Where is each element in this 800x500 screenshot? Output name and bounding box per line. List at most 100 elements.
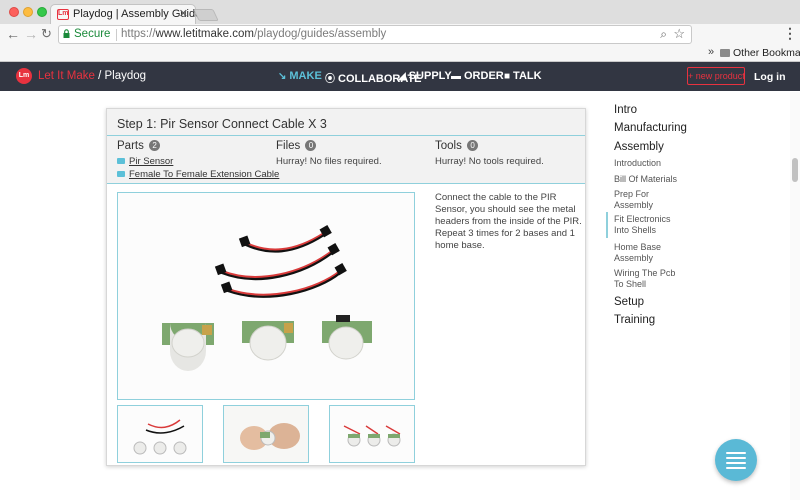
thumbnail-image	[330, 406, 414, 462]
url-host: www.letitmake.com	[155, 28, 254, 40]
url-text[interactable]: https://www.letitmake.com/playdog/guides…	[121, 28, 386, 40]
new-tab-button[interactable]	[193, 9, 219, 21]
step-description: Connect the cable to the PIR Sensor, you…	[435, 192, 583, 252]
files-column: Files 0 Hurray! No files required.	[276, 140, 382, 167]
description-paragraph: Connect the cable to the PIR Sensor, you…	[435, 192, 582, 227]
tools-count-badge: 0	[467, 140, 479, 151]
part-name: Pir Sensor	[129, 156, 174, 167]
url-path: /playdog/guides/assembly	[253, 28, 387, 40]
project-name: Playdog	[104, 70, 147, 82]
truck-icon: ▬	[451, 71, 461, 82]
forward-arrow-icon[interactable]: →	[24, 25, 38, 43]
nav-supply-label: SUPPLY	[408, 70, 452, 82]
close-tab-icon[interactable]: ✕	[179, 7, 188, 20]
browser-toolbar: ← → ↻ Secure https://www.letitmake.com/p…	[0, 24, 800, 45]
step-thumbnail[interactable]	[329, 405, 415, 463]
step-title: Step 1: Pir Sensor Connect Cable X 3	[117, 117, 327, 131]
reload-icon[interactable]: ↻	[41, 25, 52, 43]
step-thumbnail[interactable]	[117, 405, 203, 463]
browser-tab-bar: Lm Playdog | Assembly Guide ✕	[0, 0, 800, 24]
sidebar-item-setup[interactable]: Setup	[614, 296, 644, 308]
other-bookmarks-link[interactable]: Other Bookmarks	[733, 47, 800, 59]
nav-talk[interactable]: ■ TALK	[504, 70, 542, 82]
sidebar-item-introduction[interactable]: Introduction	[614, 158, 684, 169]
step-thumbnail[interactable]	[223, 405, 309, 463]
nav-order[interactable]: ▬ ORDER	[451, 70, 504, 82]
tools-heading: Tools 0	[435, 140, 544, 152]
sidebar-item-assembly[interactable]: Assembly	[614, 141, 664, 153]
browser-tab[interactable]: Lm Playdog | Assembly Guide ✕	[50, 4, 201, 24]
nav-order-label: ORDER	[464, 70, 504, 82]
back-arrow-icon[interactable]: ←	[6, 25, 20, 43]
site-logo-icon[interactable]: Lm	[16, 68, 32, 84]
step-main-image[interactable]	[117, 192, 415, 400]
address-separator	[116, 29, 117, 41]
files-heading: Files 0	[276, 140, 382, 152]
folder-icon	[720, 49, 730, 57]
tools-column: Tools 0 Hurray! No tools required.	[435, 140, 544, 167]
parts-heading: Parts 2	[117, 140, 279, 152]
nav-make[interactable]: ↘ MAKE	[278, 70, 322, 82]
step-header: Step 1: Pir Sensor Connect Cable X 3	[107, 109, 585, 136]
address-bar[interactable]: Secure https://www.letitmake.com/playdog…	[58, 25, 692, 44]
chat-icon: ■	[504, 71, 511, 82]
pir-sensors-photo	[118, 193, 414, 399]
sidebar-item-bill-of-materials[interactable]: Bill Of Materials	[614, 174, 684, 185]
menu-lines-icon	[726, 467, 746, 469]
step-requirements: Parts 2 Pir Sensor Female To Female Exte…	[107, 136, 585, 184]
thumbnail-image	[118, 406, 202, 462]
description-paragraph: Repeat 3 times for 2 bases and 1 home ba…	[435, 228, 575, 251]
sidebar-item-prep-for-assembly[interactable]: Prep For Assembly	[614, 189, 670, 211]
shopping-cart-icon	[117, 171, 125, 177]
close-window-button[interactable]	[9, 7, 19, 17]
brand-name: Let It Make	[38, 70, 95, 82]
chat-menu-button[interactable]	[715, 439, 757, 481]
bookmark-star-icon[interactable]: ☆	[673, 26, 685, 42]
thumbnail-image	[224, 406, 308, 462]
sidebar-item-manufacturing[interactable]: Manufacturing	[614, 122, 687, 134]
sidebar-item-fit-electronics[interactable]: Fit Electronics Into Shells	[614, 214, 676, 236]
files-label: Files	[276, 140, 301, 152]
new-product-button[interactable]: + new product	[687, 67, 745, 85]
bookmarks-overflow-icon[interactable]: »	[708, 46, 714, 58]
cart-icon: ◢	[398, 71, 406, 82]
part-link[interactable]: Pir Sensor	[117, 156, 279, 167]
menu-lines-icon	[726, 457, 746, 459]
lock-icon	[63, 29, 70, 38]
site-navbar: Lm Let It Make / Playdog ↘ MAKE ⦿ COLLABOR…	[0, 62, 800, 91]
tools-label: Tools	[435, 140, 462, 152]
flask-icon: ⦿	[325, 74, 335, 85]
browser-menu-icon[interactable]: ⋮	[783, 26, 797, 40]
tools-empty-text: Hurray! No tools required.	[435, 156, 544, 167]
secure-label: Secure	[74, 28, 111, 40]
minimize-window-button[interactable]	[23, 7, 33, 17]
site-favicon-icon: Lm	[57, 9, 69, 20]
step-card: Step 1: Pir Sensor Connect Cable X 3 Par…	[106, 108, 586, 466]
files-count-badge: 0	[305, 140, 317, 151]
bookmarks-bar: » Other Bookmarks	[0, 45, 800, 62]
site-logo-text[interactable]: Let It Make / Playdog	[38, 70, 146, 82]
parts-label: Parts	[117, 140, 144, 152]
sidebar-item-training[interactable]: Training	[614, 314, 655, 326]
scrollbar-thumb[interactable]	[792, 158, 798, 182]
active-indicator	[606, 212, 608, 238]
part-link[interactable]: Female To Female Extension Cable	[117, 169, 279, 180]
zoom-window-button[interactable]	[37, 7, 47, 17]
part-name: Female To Female Extension Cable	[129, 169, 280, 180]
page-scrollbar[interactable]	[790, 92, 800, 500]
menu-lines-icon	[726, 452, 746, 454]
nav-supply[interactable]: ◢ SUPPLY	[398, 70, 452, 82]
parts-count-badge: 2	[149, 140, 161, 151]
sidebar-item-wiring-pcb[interactable]: Wiring The Pcb To Shell	[614, 268, 678, 290]
login-link[interactable]: Log in	[754, 71, 786, 83]
shopping-cart-icon	[117, 158, 125, 164]
url-scheme: https://	[121, 28, 156, 40]
search-icon[interactable]: ⌕	[660, 27, 667, 42]
nav-make-label: MAKE	[289, 70, 322, 82]
parts-column: Parts 2 Pir Sensor Female To Female Exte…	[117, 140, 279, 180]
menu-lines-icon	[726, 462, 746, 464]
sidebar-item-intro[interactable]: Intro	[614, 104, 637, 116]
files-empty-text: Hurray! No files required.	[276, 156, 382, 167]
sidebar-item-home-base-assembly[interactable]: Home Base Assembly	[614, 242, 674, 264]
nav-talk-label: TALK	[513, 70, 542, 82]
